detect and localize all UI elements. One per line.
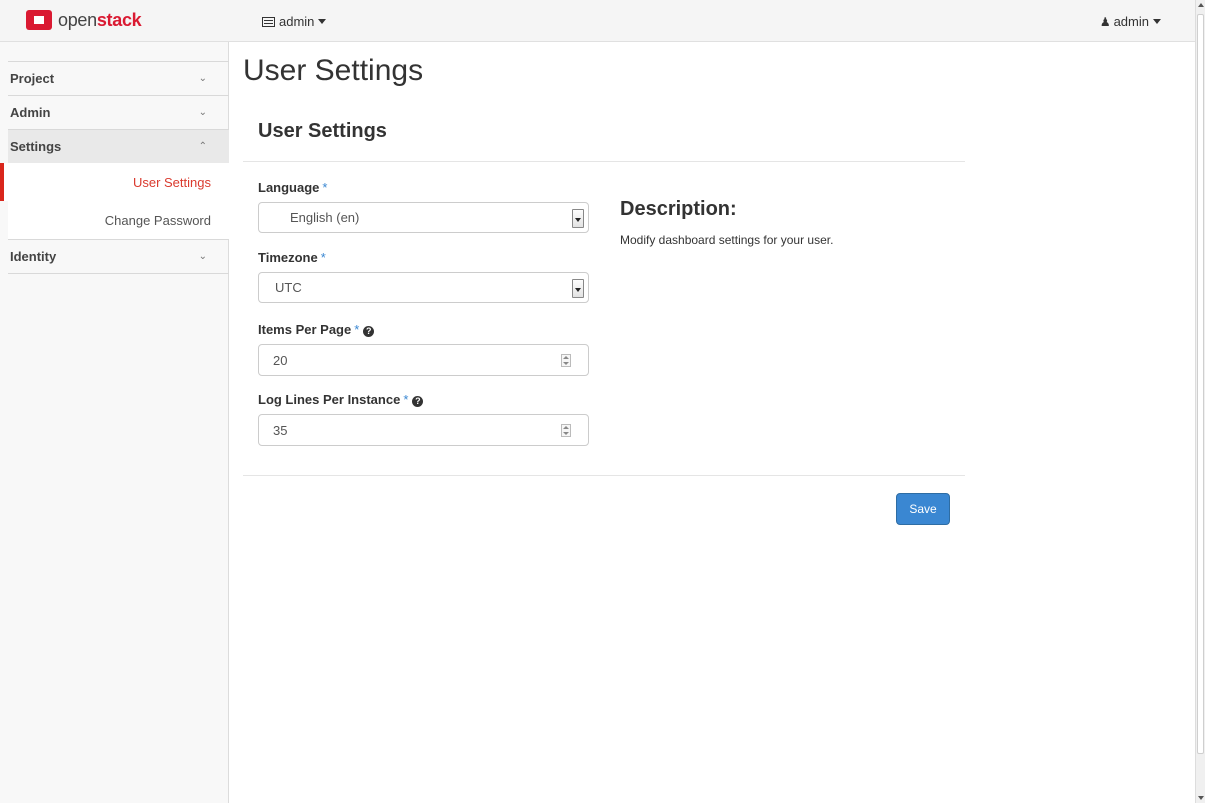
chevron-up-icon: ⌃ — [198, 141, 207, 152]
user-dropdown[interactable]: ♟ admin — [1100, 14, 1161, 29]
log-lines-value: 35 — [273, 422, 288, 438]
sidebar: Project ⌄ Admin ⌄ Settings ⌃ User Settin… — [0, 42, 229, 803]
top-navbar: openstack admin ♟ admin — [0, 0, 1195, 42]
help-icon[interactable]: ? — [363, 326, 375, 337]
sidebar-item-label: Identity — [10, 249, 57, 264]
page-title: User Settings — [243, 54, 424, 87]
required-marker: * — [322, 180, 328, 195]
project-dropdown[interactable]: admin — [262, 14, 327, 29]
brand-logo-link[interactable]: openstack — [26, 8, 142, 32]
user-dropdown-label: admin — [1113, 14, 1149, 29]
required-marker: * — [354, 322, 360, 337]
language-label: Language * — [258, 180, 328, 195]
description-title: Description: — [620, 198, 737, 220]
sidebar-panel-identity: Identity ⌄ — [8, 239, 229, 274]
sidebar-panel-admin: Admin ⌄ — [8, 95, 229, 129]
caret-down-icon — [318, 19, 327, 24]
sidebar-item-label: Settings — [10, 139, 62, 154]
scrollbar-thumb[interactable] — [1197, 14, 1204, 754]
sidebar-item-label: Project — [10, 71, 55, 86]
dropdown-arrow-icon[interactable] — [572, 209, 584, 228]
timezone-select[interactable]: UTC — [258, 272, 589, 303]
brand-name: openstack — [58, 9, 142, 30]
language-select-value: English (en) — [290, 210, 360, 225]
sidebar-item-user-settings[interactable]: User Settings — [0, 163, 229, 201]
number-spinner-icon[interactable] — [561, 424, 571, 437]
sidebar-panel-project: Project ⌄ — [8, 61, 229, 95]
caret-down-icon — [1153, 19, 1161, 24]
log-lines-input[interactable]: 35 — [258, 414, 589, 446]
items-per-page-value: 20 — [273, 352, 288, 368]
sidebar-panel-settings: Settings ⌃ User Settings Change Password — [0, 129, 229, 239]
sidebar-item-project[interactable]: Project ⌄ — [8, 62, 229, 95]
sidebar-item-settings[interactable]: Settings ⌃ — [8, 130, 229, 163]
sidebar-item-label: Admin — [10, 105, 51, 120]
page-scrollbar[interactable] — [1195, 0, 1205, 803]
chevron-down-icon: ⌄ — [198, 251, 207, 262]
sidebar-item-admin[interactable]: Admin ⌄ — [8, 96, 229, 129]
sidebar-subitem-label: Change Password — [104, 212, 211, 228]
chevron-down-icon: ⌄ — [198, 107, 207, 118]
help-icon[interactable]: ? — [412, 396, 424, 407]
footer-divider — [243, 475, 965, 476]
scroll-up-icon[interactable] — [1198, 3, 1204, 7]
project-dropdown-label: admin — [279, 14, 315, 29]
project-icon — [262, 16, 275, 27]
description-text: Modify dashboard settings for your user. — [620, 233, 834, 247]
required-marker: * — [403, 392, 409, 407]
header-divider — [243, 161, 965, 162]
items-per-page-label: Items Per Page *? — [258, 322, 375, 337]
sidebar-nav: Project ⌄ Admin ⌄ Settings ⌃ User Settin… — [0, 61, 229, 274]
user-icon: ♟ — [1099, 14, 1111, 29]
sidebar-subitem-label: User Settings — [132, 174, 211, 190]
save-button[interactable]: Save — [896, 493, 950, 525]
required-marker: * — [320, 250, 326, 265]
number-spinner-icon[interactable] — [561, 354, 571, 367]
dropdown-arrow-icon[interactable] — [572, 279, 584, 298]
sidebar-item-change-password[interactable]: Change Password — [8, 201, 229, 239]
timezone-select-value: UTC — [275, 280, 302, 295]
items-per-page-input[interactable]: 20 — [258, 344, 589, 376]
log-lines-label: Log Lines Per Instance *? — [258, 392, 424, 407]
scroll-down-icon[interactable] — [1198, 796, 1204, 800]
language-select[interactable]: English (en) — [258, 202, 589, 233]
timezone-label: Timezone * — [258, 250, 326, 265]
sidebar-item-identity[interactable]: Identity ⌄ — [8, 240, 229, 273]
openstack-logo-icon — [26, 10, 52, 30]
form-title: User Settings — [258, 120, 387, 142]
chevron-down-icon: ⌄ — [198, 73, 207, 84]
